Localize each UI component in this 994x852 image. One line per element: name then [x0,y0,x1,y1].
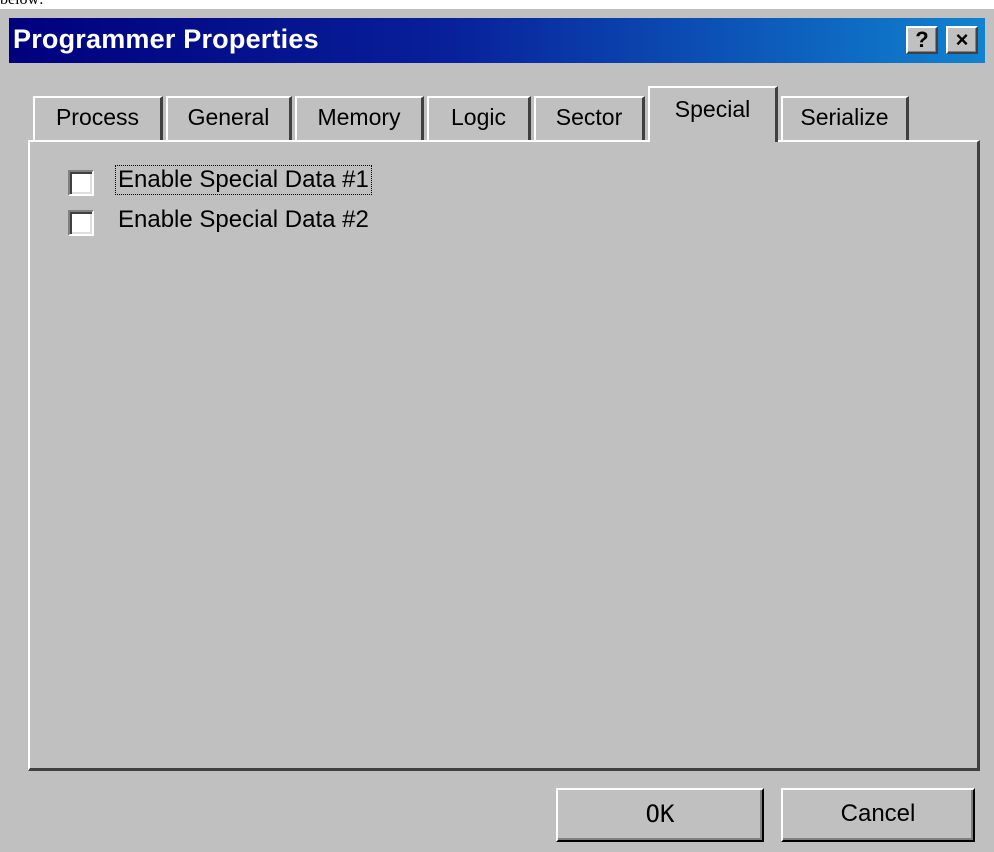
tab-label: General [187,104,270,130]
window-title: Programmer Properties [13,24,319,54]
title-bar[interactable]: Programmer Properties ? × [9,18,985,63]
tab-memory[interactable]: Memory [295,96,424,140]
tab-process[interactable]: Process [33,96,163,140]
question-mark-icon: ? [915,27,929,52]
tab-label: Logic [451,104,506,130]
special-tab-panel: Enable Special Data #1 Enable Special Da… [28,140,980,771]
help-button[interactable]: ? [906,26,938,54]
enable-special-data-2-checkbox[interactable] [68,210,94,236]
tab-general[interactable]: General [166,96,292,140]
close-icon: × [955,27,969,52]
tab-serialize[interactable]: Serialize [781,96,909,140]
tab-sector[interactable]: Sector [534,96,645,140]
ok-button[interactable]: OK [556,788,764,842]
close-button[interactable]: × [946,26,978,54]
programmer-properties-dialog: Programmer Properties ? × Process Genera… [0,9,994,852]
tab-label: Memory [317,104,401,130]
tab-label: Sector [555,104,623,130]
cancel-label: Cancel [840,800,916,827]
enable-special-data-1-checkbox[interactable] [68,170,94,196]
tab-label: Process [55,104,140,130]
enable-special-data-1-label[interactable]: Enable Special Data #1 [115,165,372,195]
tab-special[interactable]: Special [648,86,778,142]
ok-label: OK [645,800,675,828]
enable-special-data-2-label[interactable]: Enable Special Data #2 [116,206,371,234]
tab-label: Serialize [800,104,889,130]
clipped-caption-text: below: [0,0,44,9]
tab-label: Special [674,96,751,122]
tab-logic[interactable]: Logic [427,96,531,140]
cancel-button[interactable]: Cancel [781,788,975,842]
